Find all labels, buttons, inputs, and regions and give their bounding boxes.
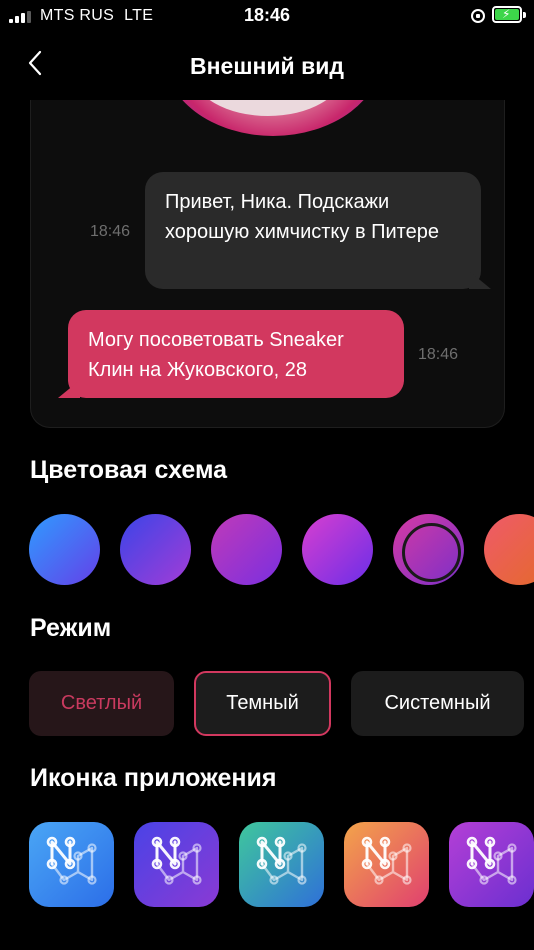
outgoing-message-bubble: Могу посоветовать Sneaker Клин на Жуковс…	[68, 310, 404, 398]
preview-avatar-art	[163, 100, 383, 136]
color-option-coral[interactable]	[484, 514, 534, 585]
mode-dark-button[interactable]: Темный	[194, 671, 331, 736]
app-icon-option-teal[interactable]	[239, 822, 324, 907]
color-scheme-title: Цветовая схема	[30, 456, 228, 484]
app-icon-title: Иконка приложения	[30, 764, 277, 792]
navigation-bar: Внешний вид	[0, 38, 534, 94]
mode-system-button[interactable]: Системный	[351, 671, 524, 736]
color-option-blue[interactable]	[29, 514, 100, 585]
app-icon-option-purple[interactable]	[449, 822, 534, 907]
color-option-magenta[interactable]	[393, 514, 464, 585]
outgoing-message-time: 18:46	[418, 346, 459, 363]
app-logo-icon	[361, 836, 412, 885]
color-option-violet-pink[interactable]	[211, 514, 282, 585]
app-logo-icon	[256, 836, 307, 885]
incoming-message-time: 18:46	[90, 223, 131, 240]
page-title: Внешний вид	[190, 53, 344, 79]
outgoing-message-text: Могу посоветовать Sneaker Клин на Жуковс…	[88, 329, 344, 381]
status-bar: MTS RUS LTE 18:46 ⚡	[0, 0, 534, 32]
app-logo-icon	[466, 836, 517, 885]
mode-title: Режим	[30, 614, 112, 642]
app-icon-option-sky[interactable]	[29, 822, 114, 907]
app-logo-icon	[46, 836, 97, 885]
color-option-indigo[interactable]	[120, 514, 191, 585]
mode-light-button[interactable]: Светлый	[29, 671, 174, 736]
incoming-message-text: Привет, Ника. Подскажи хорошую химчистку…	[165, 191, 439, 243]
incoming-message-bubble: Привет, Ника. Подскажи хорошую химчистку…	[145, 172, 481, 289]
app-logo-icon	[151, 836, 202, 885]
orientation-lock-icon	[471, 9, 485, 23]
battery-icon: ⚡	[492, 6, 522, 23]
battery-tip	[523, 12, 526, 18]
chat-preview: 18:46 Привет, Ника. Подскажи хорошую хим…	[30, 100, 505, 428]
status-time: 18:46	[243, 5, 291, 25]
color-option-purple[interactable]	[302, 514, 373, 585]
app-icon-option-sunset[interactable]	[344, 822, 429, 907]
app-icon-option-blue-violet[interactable]	[134, 822, 219, 907]
